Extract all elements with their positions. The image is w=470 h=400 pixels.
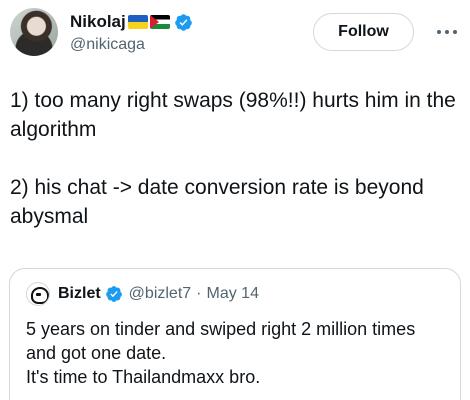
tweet-text-line: 1) too many right swaps (98%!!) hurts hi… bbox=[10, 89, 462, 141]
quoted-author-avatar[interactable] bbox=[26, 282, 50, 306]
tweet-header: Nikolaj @nikicaga Follow bbox=[0, 0, 470, 80]
quoted-text-line: It's time to Thailandmaxx bro. bbox=[26, 367, 261, 387]
author-handle[interactable]: @nikicaga bbox=[70, 36, 145, 54]
author-name-row: Nikolaj bbox=[70, 11, 193, 33]
tweet-body: 1) too many right swaps (98%!!) hurts hi… bbox=[10, 86, 465, 231]
ukraine-flag-icon bbox=[127, 15, 148, 29]
follow-button[interactable]: Follow bbox=[313, 13, 414, 51]
verified-badge-icon[interactable] bbox=[105, 285, 123, 303]
quoted-tweet-body: 5 years on tinder and swiped right 2 mil… bbox=[26, 317, 446, 389]
verified-badge-icon[interactable] bbox=[174, 13, 193, 32]
palestine-flag-icon bbox=[149, 15, 170, 29]
quoted-tweet-card[interactable]: Bizlet @bizlet7 · May 14 5 years on tind… bbox=[9, 268, 461, 400]
separator-dot: · bbox=[196, 285, 202, 302]
tweet-text-line: 2) his chat -> date conversion rate is b… bbox=[10, 176, 430, 228]
author-avatar[interactable] bbox=[10, 8, 58, 56]
quoted-tweet-date[interactable]: May 14 bbox=[207, 285, 259, 303]
quoted-text-line: 5 years on tinder and swiped right 2 mil… bbox=[26, 319, 416, 363]
more-options-icon[interactable] bbox=[430, 20, 464, 44]
quoted-author-handle[interactable]: @bizlet7 bbox=[129, 285, 192, 303]
quoted-author-name[interactable]: Bizlet bbox=[58, 285, 101, 303]
author-display-name[interactable]: Nikolaj bbox=[70, 12, 126, 32]
quoted-tweet-header: Bizlet @bizlet7 · May 14 bbox=[26, 282, 259, 306]
